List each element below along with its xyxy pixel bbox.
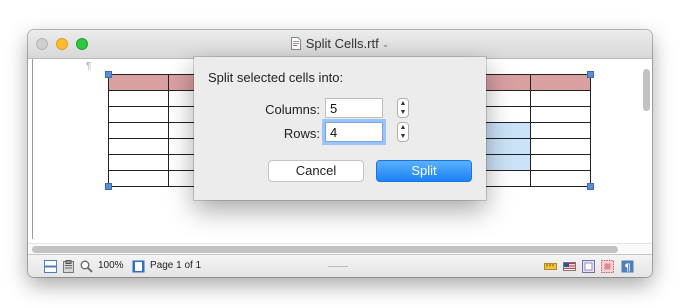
stamp-icon[interactable] [601, 260, 614, 273]
paragraph-mark: ¶ [86, 61, 92, 72]
flag-icon[interactable] [563, 260, 576, 273]
table-resize-handle[interactable] [587, 71, 594, 78]
table-cell[interactable] [108, 90, 169, 107]
layout-icon[interactable] [44, 260, 57, 273]
table-cell[interactable] [530, 106, 591, 123]
split-cells-dialog: Split selected cells into: Columns: ▲ ▼ … [194, 57, 486, 200]
page-view-icon[interactable] [132, 260, 145, 273]
clipboard-icon[interactable] [62, 260, 75, 273]
svg-text:¶: ¶ [624, 263, 630, 274]
split-button[interactable]: Split [376, 160, 472, 182]
rows-input[interactable] [325, 122, 383, 142]
stepper-up-icon[interactable]: ▲ [398, 123, 408, 132]
table-cell[interactable] [530, 170, 591, 187]
page-edge [32, 59, 33, 239]
doc-icon [290, 37, 301, 50]
table-cell[interactable] [108, 122, 169, 139]
table-cell[interactable] [108, 106, 169, 123]
columns-stepper[interactable]: ▲ ▼ [397, 98, 409, 118]
table-resize-handle[interactable] [587, 183, 594, 190]
stepper-down-icon[interactable]: ▼ [398, 132, 408, 141]
table-resize-handle[interactable] [105, 183, 112, 190]
columns-label: Columns: [265, 102, 320, 117]
title-bar[interactable]: Split Cells.rtf ⌄ [28, 30, 652, 59]
status-bar: 100% Page 1 of 1 ¶ [28, 254, 652, 277]
page-indicator: Page 1 of 1 [150, 260, 202, 271]
ruler-icon[interactable] [544, 260, 557, 273]
stepper-down-icon[interactable]: ▼ [398, 108, 408, 117]
horizontal-scrollbar[interactable] [32, 246, 618, 253]
chevron-down-icon[interactable]: ⌄ [382, 39, 390, 50]
pilcrow-icon[interactable]: ¶ [621, 260, 634, 273]
magnifier-icon[interactable] [80, 260, 93, 273]
zoom-level[interactable]: 100% [98, 260, 124, 271]
table-cell[interactable] [108, 138, 169, 155]
table-cell[interactable] [530, 74, 591, 91]
table-cell[interactable] [108, 170, 169, 187]
table-cell[interactable] [530, 138, 591, 155]
vertical-scrollbar[interactable] [643, 69, 650, 111]
cancel-button[interactable]: Cancel [268, 160, 364, 182]
rows-label: Rows: [283, 126, 320, 141]
stepper-up-icon[interactable]: ▲ [398, 99, 408, 108]
table-cell[interactable] [108, 154, 169, 171]
table-cell[interactable] [530, 154, 591, 171]
frame-icon[interactable] [582, 260, 595, 273]
window-title-area[interactable]: Split Cells.rtf ⌄ [28, 36, 652, 51]
table-cell[interactable] [108, 74, 169, 91]
columns-input[interactable] [325, 98, 383, 118]
status-divider [328, 266, 348, 267]
window-title: Split Cells.rtf [305, 36, 379, 51]
dialog-heading: Split selected cells into: [208, 70, 344, 85]
table-cell[interactable] [530, 122, 591, 139]
rows-stepper[interactable]: ▲ ▼ [397, 122, 409, 142]
table-resize-handle[interactable] [105, 71, 112, 78]
table-cell[interactable] [530, 90, 591, 107]
